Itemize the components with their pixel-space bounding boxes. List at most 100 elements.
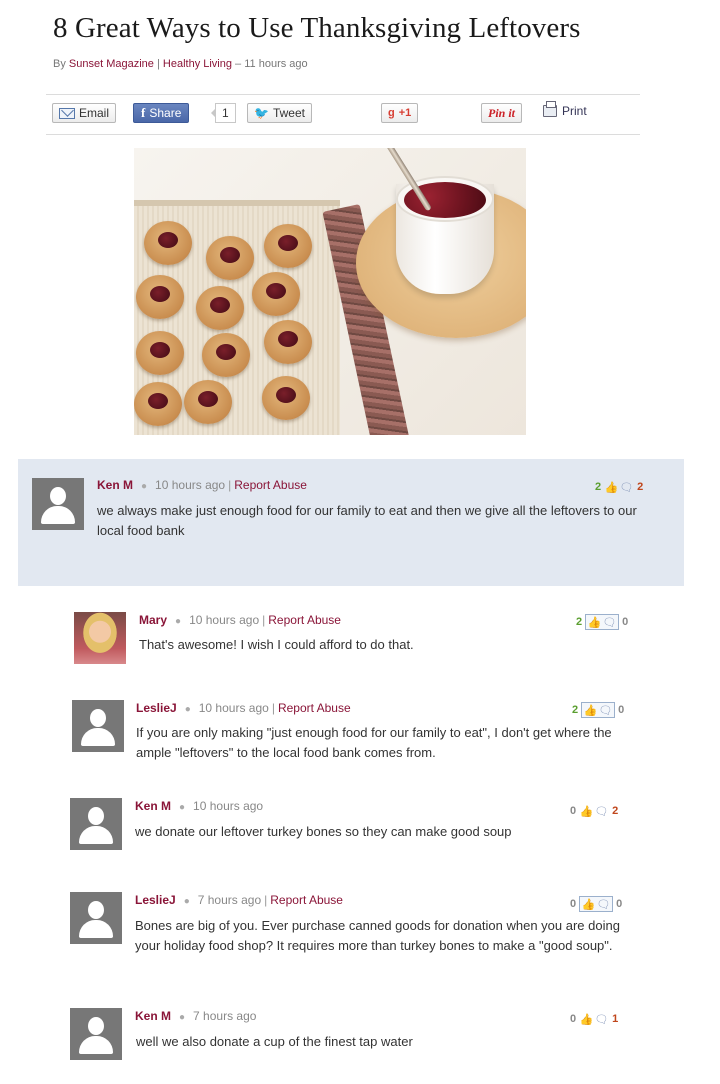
print-label: Print xyxy=(562,104,587,118)
comment-time: 7 hours ago xyxy=(193,1009,257,1023)
upvote-count: 0 xyxy=(570,805,577,817)
email-label: Email xyxy=(79,106,110,120)
cookie xyxy=(196,286,244,330)
avatar-icon[interactable] xyxy=(72,700,124,752)
reply-bubble-icon[interactable]: 🗨 xyxy=(598,703,613,717)
avatar-icon[interactable] xyxy=(70,1008,122,1060)
tweet-button[interactable]: 🐦 Tweet xyxy=(247,103,312,123)
reply-bubble-icon[interactable]: 🗨 xyxy=(596,897,611,911)
commenter-name[interactable]: Mary xyxy=(139,613,167,627)
comment-time: 10 hours ago xyxy=(189,613,260,627)
tweet-label: Tweet xyxy=(272,106,305,120)
share-count: 1 xyxy=(211,103,236,123)
pin-it-button[interactable]: Pin it xyxy=(481,103,523,123)
reply-bubble-icon[interactable]: 🗨 xyxy=(602,615,617,629)
comment-meta: LeslieJ ● 10 hours ago | Report Abuse xyxy=(136,701,351,715)
comment-time: 10 hours ago xyxy=(155,478,226,492)
source-link[interactable]: Sunset Magazine xyxy=(69,58,154,70)
cookie xyxy=(264,320,312,364)
comment-time: 10 hours ago xyxy=(198,701,269,715)
upvote-count: 2 xyxy=(595,481,602,493)
commenter-name[interactable]: Ken M xyxy=(135,1009,171,1023)
google-plus-button[interactable]: g +1 xyxy=(381,103,419,123)
comment-votes: 0 👍 🗨 2 xyxy=(570,804,618,818)
section-link[interactable]: Healthy Living xyxy=(163,58,232,70)
comment-text: That's awesome! I wish I could afford to… xyxy=(139,637,414,652)
report-abuse-link[interactable]: Report Abuse xyxy=(270,893,343,907)
downvote-count: 2 xyxy=(612,805,619,817)
email-button[interactable]: Email xyxy=(52,103,117,123)
pinterest-label: Pin it xyxy=(488,106,516,120)
thumbs-up-icon[interactable]: 👍 xyxy=(579,804,594,818)
article-photo xyxy=(134,148,526,435)
cookie xyxy=(206,236,254,280)
google-plus-label: +1 xyxy=(398,107,412,119)
commenter-name[interactable]: Ken M xyxy=(97,478,133,492)
cookie xyxy=(136,331,184,375)
print-button[interactable]: Print xyxy=(543,101,587,118)
article-time: 11 hours ago xyxy=(244,58,308,70)
cookie xyxy=(262,376,310,420)
commenter-name[interactable]: LeslieJ xyxy=(135,893,176,907)
cookie xyxy=(144,221,192,265)
upvote-count: 2 xyxy=(572,704,579,716)
avatar-icon[interactable] xyxy=(70,798,122,850)
commenter-name[interactable]: LeslieJ xyxy=(136,701,177,715)
mail-icon xyxy=(59,107,75,119)
report-abuse-link[interactable]: Report Abuse xyxy=(234,478,307,492)
cookie xyxy=(136,275,184,319)
comment-text: well we also donate a cup of the finest … xyxy=(136,1034,413,1049)
facebook-icon: f xyxy=(141,105,146,120)
report-abuse-link[interactable]: Report Abuse xyxy=(268,613,341,627)
comment-meta: Mary ● 10 hours ago | Report Abuse xyxy=(139,613,341,627)
comment-time: 7 hours ago xyxy=(197,893,262,907)
facebook-share-button[interactable]: f Share xyxy=(133,103,190,123)
thumbs-up-icon[interactable]: 👍 xyxy=(604,480,619,494)
cookie xyxy=(184,380,232,424)
article-title: 8 Great Ways to Use Thanksgiving Leftove… xyxy=(53,12,581,44)
google-plus-icon: g xyxy=(388,107,395,119)
thumbs-up-icon[interactable]: 👍 xyxy=(583,703,598,717)
byline-by: By xyxy=(53,58,66,70)
downvote-count: 0 xyxy=(616,898,623,910)
comment-votes: 0 👍 🗨 0 xyxy=(570,896,622,912)
downvote-count: 1 xyxy=(612,1013,619,1025)
avatar-photo[interactable] xyxy=(74,612,126,664)
cookie xyxy=(202,333,250,377)
downvote-count: 2 xyxy=(637,481,644,493)
comment-text: we always make just enough food for our … xyxy=(97,503,637,538)
avatar-icon[interactable] xyxy=(70,892,122,944)
comment-text: we donate our leftover turkey bones so t… xyxy=(135,824,512,839)
comment-votes: 0 👍 🗨 1 xyxy=(570,1012,618,1026)
avatar-icon[interactable] xyxy=(32,478,84,530)
downvote-count: 0 xyxy=(618,704,625,716)
cookie xyxy=(134,382,182,426)
cookie xyxy=(252,272,300,316)
reply-bubble-icon[interactable]: 🗨 xyxy=(594,804,609,818)
upvote-count: 0 xyxy=(570,898,577,910)
reply-bubble-icon[interactable]: 🗨 xyxy=(619,480,634,494)
upvote-count: 2 xyxy=(576,616,583,628)
commenter-name[interactable]: Ken M xyxy=(135,799,171,813)
report-abuse-link[interactable]: Report Abuse xyxy=(278,701,351,715)
thumbs-up-icon[interactable]: 👍 xyxy=(587,615,602,629)
reply-bubble-icon[interactable]: 🗨 xyxy=(594,1012,609,1026)
comment-meta: Ken M ● 7 hours ago xyxy=(135,1009,257,1023)
thumbs-up-icon[interactable]: 👍 xyxy=(579,1012,594,1026)
thumbs-up-icon[interactable]: 👍 xyxy=(581,897,596,911)
comment-time: 10 hours ago xyxy=(193,799,264,813)
comment-meta: Ken M ● 10 hours ago | Report Abuse xyxy=(97,478,307,492)
cookie xyxy=(264,224,312,268)
twitter-icon: 🐦 xyxy=(254,106,269,120)
upvote-count: 0 xyxy=(570,1013,577,1025)
byline: By Sunset Magazine | Healthy Living – 11… xyxy=(53,58,308,70)
share-label: Share xyxy=(149,106,182,120)
comment-votes: 2 👍 🗨 2 xyxy=(595,480,643,494)
comment-text: Bones are big of you. Ever purchase cann… xyxy=(135,918,620,953)
print-icon xyxy=(543,101,557,117)
comment-meta: Ken M ● 10 hours ago xyxy=(135,799,264,813)
comment-votes: 2 👍 🗨 0 xyxy=(572,702,624,718)
comment-text: If you are only making "just enough food… xyxy=(136,725,612,760)
comment-votes: 2 👍 🗨 0 xyxy=(576,614,628,630)
downvote-count: 0 xyxy=(622,616,629,628)
